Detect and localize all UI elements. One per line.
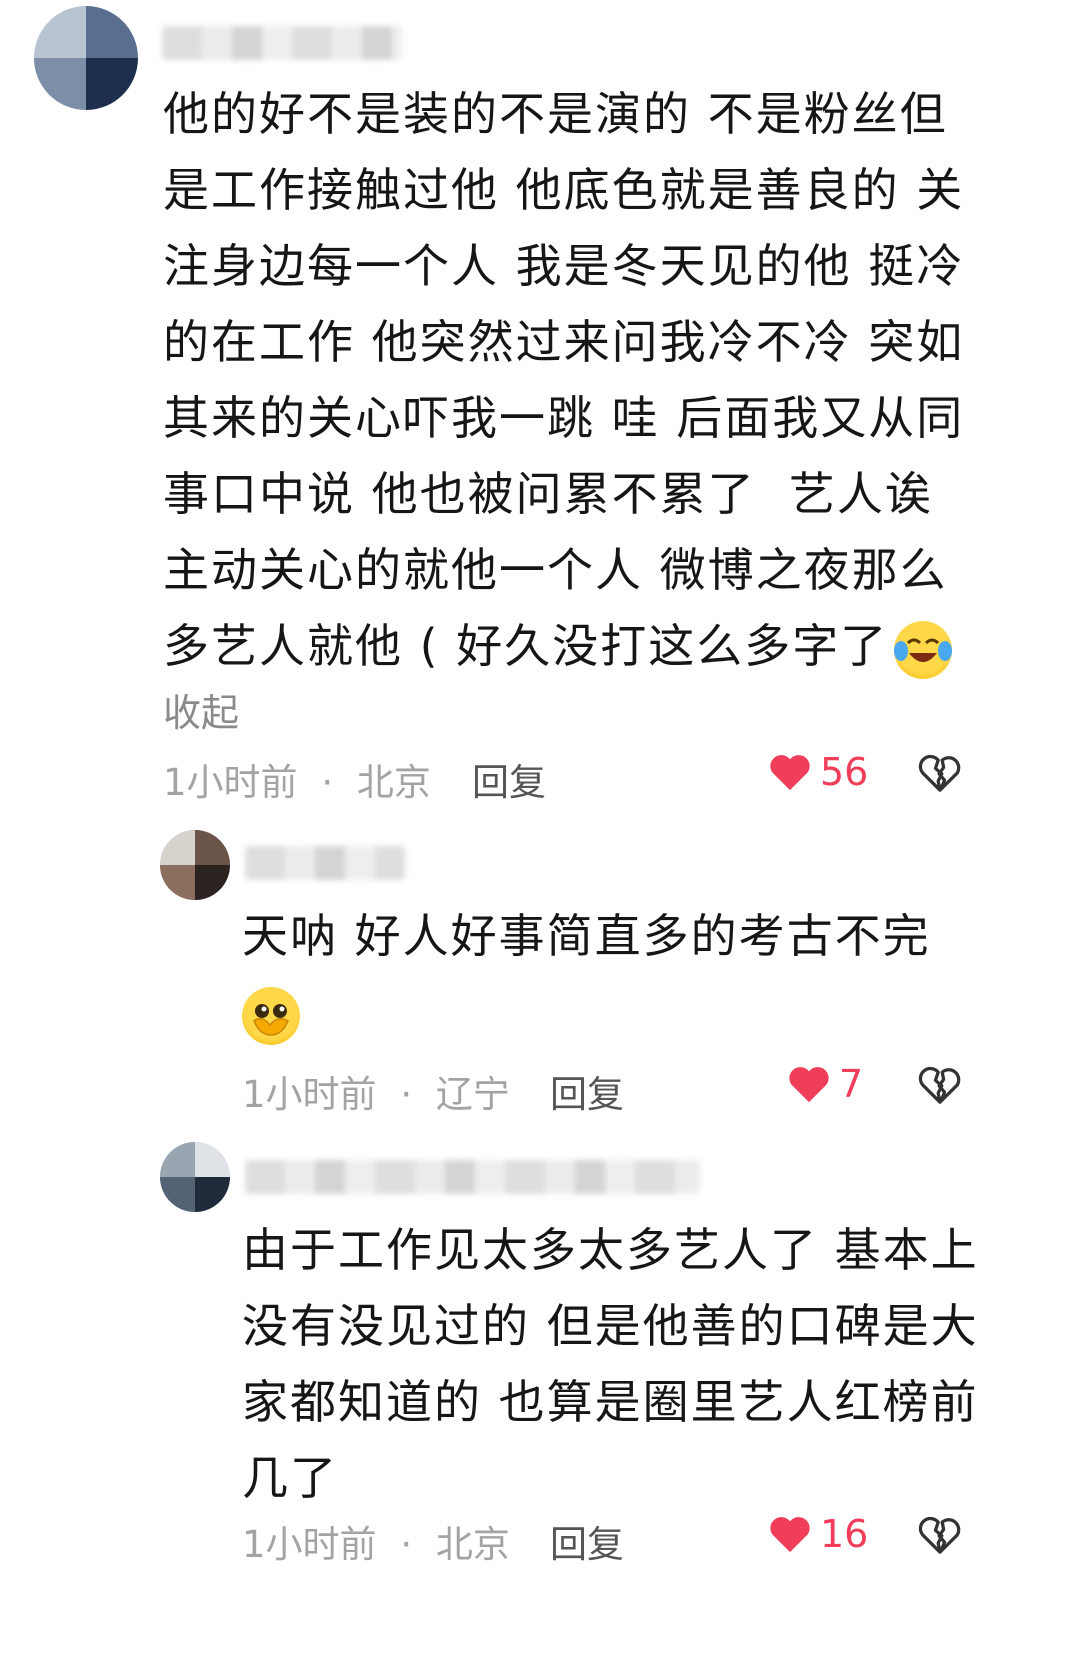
broken-heart-icon[interactable] [918,1064,962,1104]
avatar[interactable] [160,830,230,900]
location: 北京 [435,1523,510,1566]
avatar[interactable] [160,1142,230,1212]
comment-meta: 1小时前 · 北京 [242,1514,510,1568]
laughing-tears-emoji [894,620,953,679]
heart-icon [770,1517,810,1553]
like-count: 7 [839,1062,864,1106]
collapse-button[interactable]: 收起 [163,682,239,737]
timestamp: 1小时前 [242,1523,377,1566]
broken-heart-icon[interactable] [918,1514,962,1554]
like-count: 16 [820,1512,869,1556]
separator-dot: · [400,1073,413,1116]
username-blurred[interactable] [245,1160,700,1194]
pleading-face-emoji [242,986,300,1045]
heart-icon [770,755,810,791]
heart-icon [789,1067,829,1103]
reply-button[interactable]: 回复 [550,1514,624,1568]
separator-dot: · [321,761,334,804]
avatar[interactable] [34,6,138,110]
username-blurred[interactable] [245,846,405,880]
like-count: 56 [820,750,869,794]
timestamp: 1小时前 [242,1073,377,1116]
comment-text: 他的好不是装的不是演的 不是粉丝但 是工作接触过他 他底色就是善良的 关注身边每一… [163,76,1043,684]
location: 辽宁 [435,1073,510,1116]
reply-button[interactable]: 回复 [472,752,546,806]
separator-dot: · [400,1523,413,1566]
like-button[interactable]: 56 [768,750,868,794]
reply-button[interactable]: 回复 [550,1064,624,1118]
like-button[interactable]: 16 [768,1512,868,1556]
timestamp: 1小时前 [163,761,298,804]
username-blurred[interactable] [162,26,402,60]
comment-text: 由于工作见太多太多艺人了 基本上 没有没见过的 但是他善的口碑是大 家都知道的 也算… [242,1223,979,1505]
comment-meta: 1小时前 · 辽宁 [242,1064,510,1118]
comment-meta: 1小时前 · 北京 [163,752,431,806]
comment-text: 天呐 好人好事简直多的考古不完 [242,898,1042,1050]
like-button[interactable]: 7 [787,1062,863,1106]
location: 北京 [356,761,431,804]
broken-heart-icon[interactable] [918,752,962,792]
